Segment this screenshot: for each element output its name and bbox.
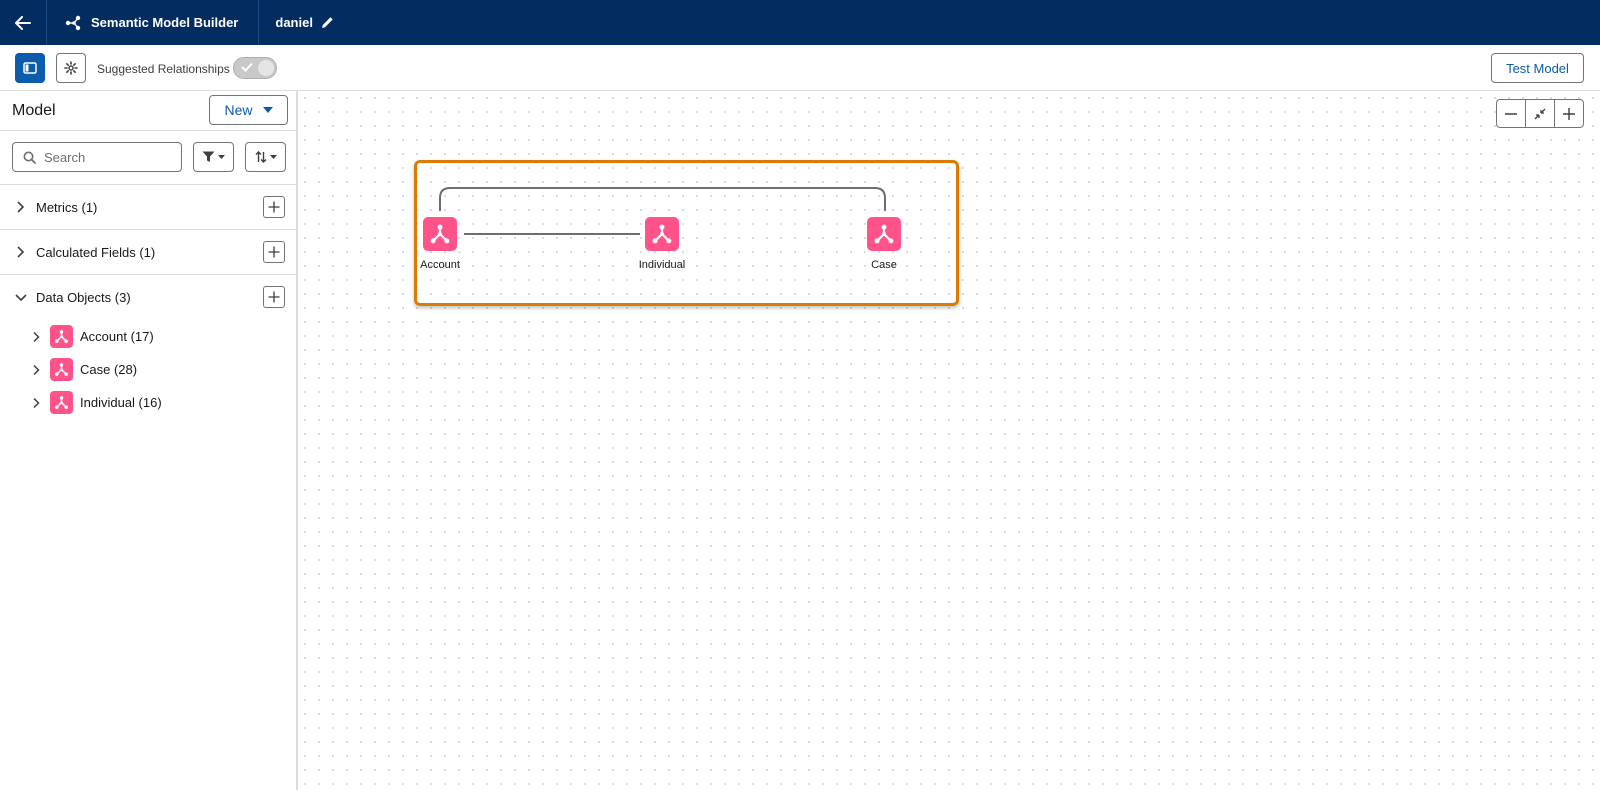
node-account[interactable] [423,217,457,251]
data-object-icon [874,224,894,244]
node-label-individual: Individual [638,259,686,271]
node-individual[interactable] [645,217,679,251]
data-object-icon [652,224,672,244]
node-case[interactable] [867,217,901,251]
data-object-icon [430,224,450,244]
node-label-account: Account [420,259,460,271]
relationship-account-case [439,187,886,211]
relationship-lines [439,187,886,235]
node-label-case: Case [871,259,897,271]
